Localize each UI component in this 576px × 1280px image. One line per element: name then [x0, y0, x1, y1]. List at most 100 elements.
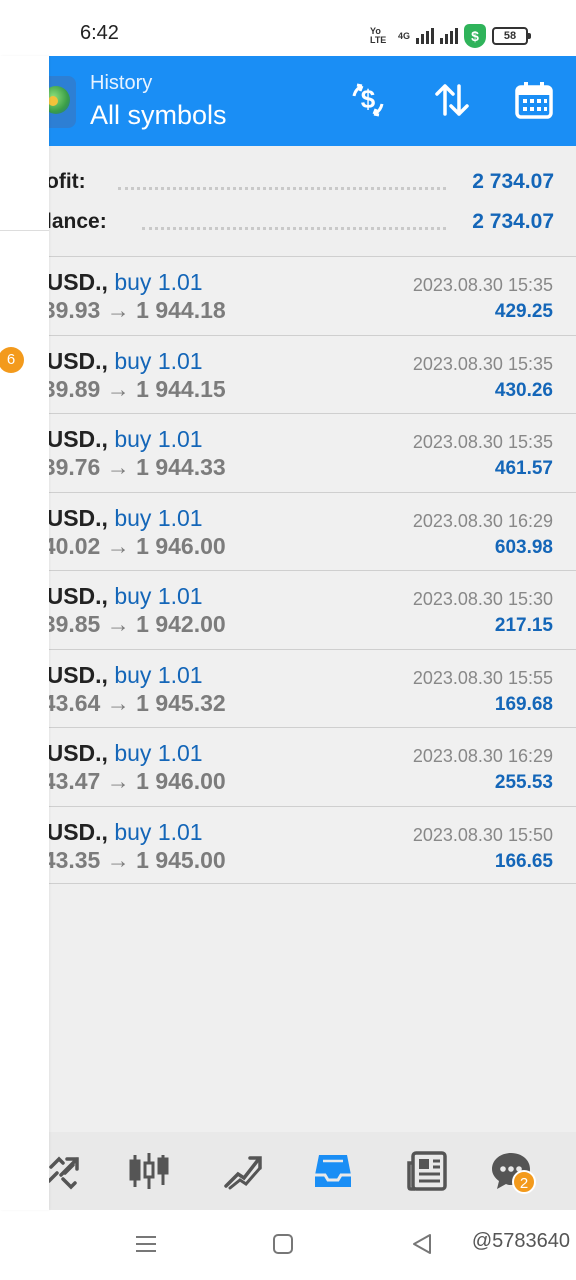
nav-history[interactable] [310, 1148, 356, 1194]
deal-time: 2023.08.30 15:35 [412, 275, 553, 295]
deal-profit: 603.98 [494, 536, 553, 558]
sort-button[interactable] [430, 78, 474, 122]
profit-value: 2 734.07 [472, 170, 554, 193]
app-header: History All symbols $ [0, 56, 576, 146]
deal-row[interactable]: UUSD., buy 1.01 043.35 → 1 945.00 2023.08.… [0, 805, 576, 884]
deal-close-price: 1 942.00 [136, 611, 226, 637]
deal-symbol: UUSD., buy 1.01 [30, 662, 203, 689]
balance-label: lance: [46, 210, 107, 233]
profit-label: ofit: [46, 170, 86, 193]
drawer-divider [0, 230, 49, 231]
deal-time: 2023.08.30 15:35 [412, 432, 553, 452]
list-empty-area [0, 884, 576, 1132]
deal-prices: 039.85 → 1 942.00 [30, 611, 226, 638]
menu-button[interactable] [134, 1232, 158, 1260]
arrow-right-icon: → [106, 846, 130, 873]
sort-icon [435, 84, 469, 116]
deal-type: buy 1.01 [114, 347, 203, 374]
deal-type: buy 1.01 [114, 818, 203, 845]
chart-candles-icon [129, 1153, 169, 1189]
security-shield-icon: $ [464, 24, 486, 48]
header-subtitle: History [90, 72, 153, 94]
deal-row[interactable]: UUSD., buy 1.01 040.02 → 1 946.00 2023.08.… [0, 491, 576, 570]
deal-prices: 039.76 → 1 944.33 [30, 454, 226, 481]
nav-news[interactable] [404, 1148, 450, 1194]
balance-value: 2 734.07 [472, 210, 554, 233]
back-button[interactable] [410, 1232, 434, 1260]
calendar-icon [515, 82, 553, 119]
home-button[interactable] [272, 1232, 294, 1260]
signal-icon [416, 28, 434, 44]
deal-profit: 255.53 [494, 772, 553, 793]
watermark-text: @5783640 [471, 1230, 570, 1252]
page-title[interactable]: All symbols [90, 100, 227, 131]
home-square-icon [273, 1234, 293, 1254]
arrow-right-icon: → [106, 375, 130, 402]
dollar-exchange-button[interactable]: $ [346, 78, 390, 122]
deal-time: 2023.08.30 15:35 [412, 353, 553, 374]
drawer-count-badge: 6 [0, 347, 24, 373]
deal-row[interactable]: UUSD., buy 1.01 043.47 → 1 946.00 2023.08.… [0, 727, 576, 806]
deal-prices: 043.47 → 1 946.00 [30, 768, 226, 795]
deal-close-price: 1 946.00 [136, 768, 226, 794]
arrow-right-icon: → [106, 297, 130, 323]
arrow-right-icon: → [106, 768, 130, 794]
balance-row: lance: 2 734.07 [0, 202, 576, 242]
deal-close-price: 1 945.00 [136, 846, 226, 873]
deal-symbol: UUSD., buy 1.01 [30, 740, 203, 767]
side-drawer-edge[interactable]: 6 [0, 56, 49, 1210]
deal-symbol: UUSD., buy 1.01 [30, 819, 203, 846]
deal-prices: 039.89 → 1 944.15 [30, 376, 226, 403]
deal-prices: 043.64 → 1 945.32 [30, 690, 226, 717]
chat-badge: 2 [512, 1170, 536, 1194]
deal-profit: 169.68 [494, 693, 553, 715]
deal-type: buy 1.01 [114, 740, 203, 766]
calendar-button[interactable] [512, 78, 556, 122]
nav-trade[interactable] [220, 1148, 266, 1194]
deal-prices: 039.93 → 1 944.18 [30, 297, 226, 324]
deal-row[interactable]: UUSD., buy 1.01 039.85 → 1 942.00 2023.08.… [0, 570, 576, 649]
deal-close-price: 1 944.18 [136, 297, 226, 323]
deal-row[interactable]: UUSD., buy 1.01 039.89 → 1 944.15 2023.08.… [0, 334, 576, 413]
battery-icon: 58 [492, 27, 531, 45]
deal-row[interactable]: UUSD., buy 1.01 039.93 → 1 944.18 2023.08.… [0, 256, 576, 335]
status-icons: Yo LTE 4G $ 58 [369, 24, 531, 48]
deal-time: 2023.08.30 16:29 [412, 510, 553, 531]
volte-label: Yo LTE [369, 26, 387, 45]
nav-chart[interactable] [126, 1148, 172, 1194]
arrow-right-icon: → [106, 611, 130, 637]
arrow-right-icon: → [106, 532, 130, 559]
system-nav-bar: @5783640 [0, 1210, 576, 1280]
nav-chat[interactable]: 2 [488, 1148, 536, 1194]
deal-time: 2023.08.30 15:50 [412, 824, 553, 845]
deal-time: 2023.08.30 15:55 [412, 667, 553, 688]
deal-prices: 043.35 → 1 945.00 [30, 847, 226, 874]
deal-type: buy 1.01 [114, 504, 203, 531]
deal-symbol: UUSD., buy 1.01 [30, 348, 203, 375]
history-inbox-icon [315, 1155, 351, 1187]
deal-type: buy 1.01 [114, 426, 203, 452]
dotted-leader [142, 226, 446, 230]
deal-close-price: 1 944.33 [136, 454, 226, 480]
deal-profit: 429.25 [494, 301, 553, 322]
arrow-right-icon: → [106, 454, 130, 480]
deal-type: buy 1.01 [114, 583, 203, 609]
deal-type: buy 1.01 [114, 269, 203, 295]
deal-close-price: 1 945.32 [136, 689, 226, 716]
menu-icon [136, 1236, 156, 1252]
deal-prices: 040.02 → 1 946.00 [30, 533, 226, 560]
arrow-right-icon: → [106, 689, 130, 716]
deal-profit: 430.26 [494, 379, 553, 401]
quotes-icon [47, 1156, 79, 1190]
dotted-leader [118, 186, 446, 190]
deal-row[interactable]: UUSD., buy 1.01 039.76 → 1 944.33 2023.08.… [0, 413, 576, 492]
deal-symbol: UUSD., buy 1.01 [30, 426, 203, 453]
status-bar: 6:42 Yo LTE 4G $ 58 [0, 0, 576, 56]
dollar-exchange-icon: $ [352, 83, 384, 117]
deal-type: buy 1.01 [114, 661, 203, 688]
trade-icon [224, 1156, 262, 1190]
bottom-nav: 2 [0, 1132, 576, 1210]
deal-row[interactable]: UUSD., buy 1.01 043.64 → 1 945.32 2023.08.… [0, 648, 576, 727]
svg-text:$: $ [361, 84, 376, 114]
deals-list: UUSD., buy 1.01 039.93 → 1 944.18 2023.08.… [0, 256, 576, 884]
